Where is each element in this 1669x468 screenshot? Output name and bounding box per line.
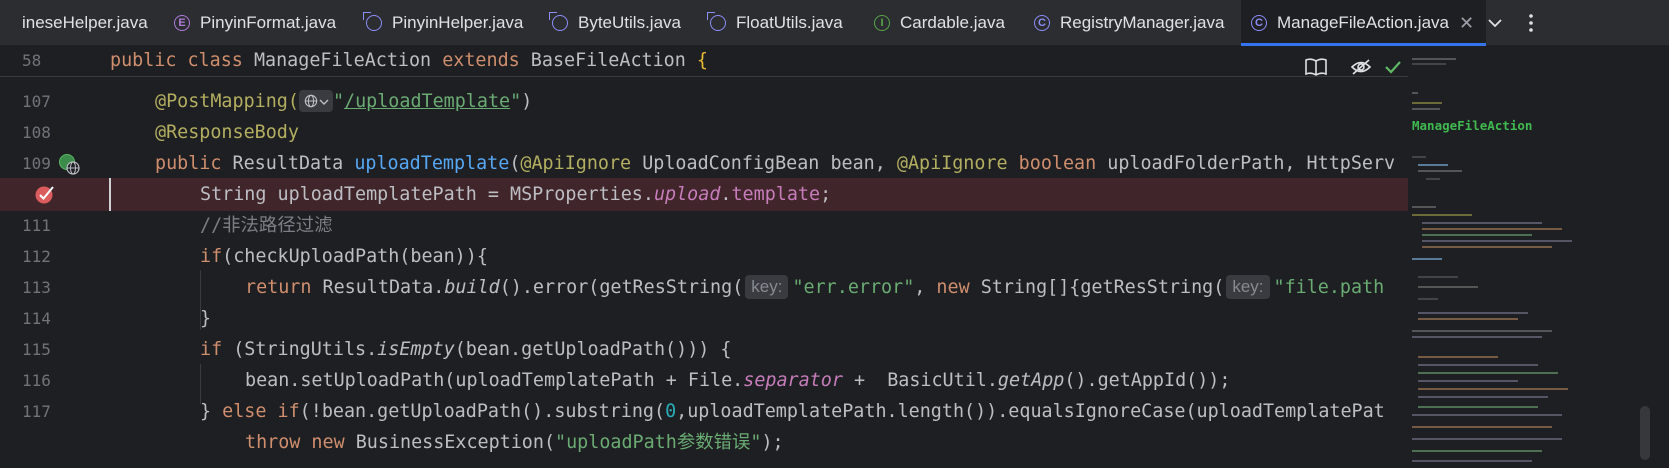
code-line-114[interactable]: 114 } bbox=[0, 302, 1500, 335]
line-number: 115 bbox=[22, 340, 51, 359]
text-caret bbox=[109, 178, 111, 211]
line-number: 116 bbox=[22, 371, 51, 390]
class-icon: C bbox=[1034, 14, 1050, 31]
code-line-107[interactable]: 107 @PostMapping("/uploadTemplate") bbox=[0, 85, 1500, 118]
close-icon[interactable]: ✕ bbox=[1459, 13, 1474, 34]
tab-manage-file-action[interactable]: C ManageFileAction.java ✕ bbox=[1241, 0, 1487, 46]
line-number: 107 bbox=[22, 92, 51, 111]
vertical-scrollbar-thumb[interactable] bbox=[1640, 406, 1650, 460]
tab-label: Cardable.java bbox=[900, 12, 1005, 32]
code-line-117[interactable]: 117 } else if(!bean.getUploadPath().subs… bbox=[0, 395, 1500, 428]
class-icon: C bbox=[1251, 15, 1267, 31]
code-line-111[interactable]: 111 //非法路径过滤 bbox=[0, 209, 1500, 242]
tab-float-utils[interactable]: FloatUtils.java bbox=[707, 0, 843, 45]
abstract-class-icon bbox=[363, 11, 382, 31]
code-line-116[interactable]: 116 bean.setUploadPath(uploadTemplatePat… bbox=[0, 364, 1500, 397]
editor-tab-bar: ineseHelper.java E PinyinFormat.java Pin… bbox=[0, 0, 1669, 46]
code-text: if (StringUtils.isEmpty(bean.getUploadPa… bbox=[200, 339, 732, 360]
line-number: 117 bbox=[22, 402, 51, 421]
code-text: return ResultData.build().error(getResSt… bbox=[245, 275, 1385, 299]
tab-label: FloatUtils.java bbox=[736, 12, 843, 32]
code-text: bean.setUploadPath(uploadTemplatePath + … bbox=[245, 370, 1231, 391]
code-line-108[interactable]: 108 @ResponseBody bbox=[0, 116, 1500, 149]
tab-label: PinyinFormat.java bbox=[200, 12, 337, 32]
code-text: @ResponseBody bbox=[155, 122, 299, 143]
tab-cardable[interactable]: I Cardable.java bbox=[874, 0, 1005, 45]
tab-list-chevron-icon[interactable] bbox=[1480, 8, 1510, 38]
code-text: //非法路径过滤 bbox=[200, 215, 333, 236]
code-text: throw new BusinessException("uploadPath参… bbox=[245, 432, 784, 453]
sticky-class-header[interactable]: 58 public class ManageFileAction extends… bbox=[0, 46, 1408, 77]
code-text: if(checkUploadPath(bean)){ bbox=[200, 246, 488, 267]
code-line-110-breakpoint[interactable]: String uploadTemplatePath = MSProperties… bbox=[0, 178, 1408, 211]
reader-mode-icon[interactable] bbox=[1304, 54, 1328, 80]
tab-label: RegistryManager.java bbox=[1060, 12, 1225, 32]
code-line-115[interactable]: 115 if (StringUtils.isEmpty(bean.getUplo… bbox=[0, 333, 1500, 366]
minimap-class-label: ManageFileAction bbox=[1412, 118, 1533, 133]
tab-label: ineseHelper.java bbox=[22, 12, 148, 32]
code-text: } bbox=[200, 308, 212, 329]
inspection-ok-check-icon[interactable] bbox=[1384, 54, 1402, 80]
code-line-118[interactable]: throw new BusinessException("uploadPath参… bbox=[0, 426, 1500, 459]
code-line-113[interactable]: 113 return ResultData.build().error(getR… bbox=[0, 271, 1500, 304]
tab-label: ManageFileAction.java bbox=[1277, 13, 1449, 32]
line-number: 112 bbox=[22, 247, 51, 266]
web-endpoint-gutter-icon[interactable] bbox=[58, 153, 80, 180]
code-line: public class ManageFileAction extends Ba… bbox=[110, 50, 708, 71]
line-number: 108 bbox=[22, 123, 51, 142]
abstract-class-icon bbox=[707, 11, 726, 31]
enum-icon: E bbox=[174, 14, 190, 31]
code-editor[interactable]: 58 public class ManageFileAction extends… bbox=[0, 46, 1669, 468]
more-options-icon[interactable] bbox=[1516, 8, 1546, 38]
tab-byte-utils[interactable]: ByteUtils.java bbox=[549, 0, 681, 45]
code-line-112[interactable]: 112 if(checkUploadPath(bean)){ bbox=[0, 240, 1500, 273]
code-text: String uploadTemplatePath = MSProperties… bbox=[200, 184, 832, 205]
code-minimap[interactable]: ManageFileAction bbox=[1408, 46, 1669, 468]
tab-label: PinyinHelper.java bbox=[392, 12, 524, 32]
parameter-hint: key: bbox=[1226, 275, 1270, 299]
tab-pinyin-format[interactable]: E PinyinFormat.java bbox=[174, 0, 336, 45]
line-number: 114 bbox=[22, 309, 51, 328]
code-text: @PostMapping("/uploadTemplate") bbox=[155, 90, 533, 112]
line-number: 58 bbox=[22, 51, 42, 70]
line-number: 109 bbox=[22, 154, 51, 173]
code-text: public ResultData uploadTemplate(@ApiIgn… bbox=[155, 153, 1396, 174]
globe-icon[interactable] bbox=[298, 90, 333, 112]
tab-chinese-helper[interactable]: ineseHelper.java bbox=[22, 0, 148, 45]
tab-registry-manager[interactable]: C RegistryManager.java bbox=[1034, 0, 1224, 45]
code-line-109[interactable]: 109 public ResultData uploadTemplate(@Ap… bbox=[0, 147, 1500, 180]
line-number: 113 bbox=[22, 278, 51, 297]
breakpoint-icon[interactable] bbox=[34, 183, 56, 210]
interface-icon: I bbox=[874, 14, 890, 31]
abstract-class-icon bbox=[549, 11, 568, 31]
tab-pinyin-helper[interactable]: PinyinHelper.java bbox=[363, 0, 524, 45]
code-text: } else if(!bean.getUploadPath().substrin… bbox=[200, 401, 1385, 422]
parameter-hint: key: bbox=[745, 275, 789, 299]
hide-hints-icon[interactable] bbox=[1350, 54, 1372, 80]
tab-label: ByteUtils.java bbox=[578, 12, 681, 32]
line-number: 111 bbox=[22, 216, 51, 235]
